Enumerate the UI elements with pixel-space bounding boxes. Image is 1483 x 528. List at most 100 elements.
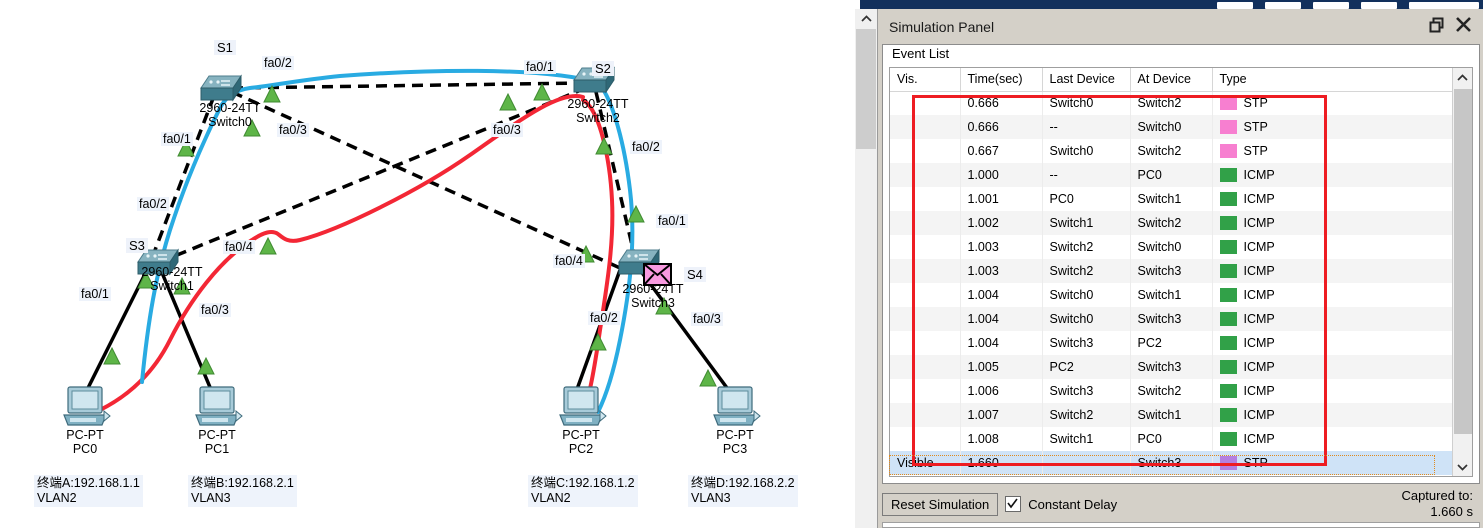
table-row[interactable]: 1.006 Switch3 Switch2 ICMP xyxy=(890,379,1452,403)
table-row[interactable]: 1.001 PC0 Switch1 ICMP xyxy=(890,187,1452,211)
host-note-pc2: 终端C:192.168.1.2 VLAN2 xyxy=(528,475,638,507)
table-row[interactable]: 0.667 Switch0 Switch2 STP xyxy=(890,139,1452,163)
switch-model-switch3: 2960-24TT xyxy=(622,282,684,296)
cell-vis xyxy=(890,379,961,403)
type-color-swatch xyxy=(1219,336,1237,350)
event-list-table-container[interactable]: Vis. Time(sec) Last Device At Device Typ… xyxy=(889,67,1473,477)
cell-at-device: Switch2 xyxy=(1130,379,1213,403)
table-row[interactable]: 0.666 -- Switch0 STP xyxy=(890,115,1452,139)
host-name-pc3: PC3 xyxy=(722,442,748,456)
cell-type: STP xyxy=(1212,115,1452,139)
type-color-swatch xyxy=(1219,240,1237,254)
host-note-pc1-ip: 终端B:192.168.2.1 xyxy=(191,476,294,490)
constant-delay-checkbox[interactable] xyxy=(1005,496,1022,512)
cell-at-device: Switch1 xyxy=(1130,187,1213,211)
cell-type: ICMP xyxy=(1212,379,1452,403)
event-list-table: Vis. Time(sec) Last Device At Device Typ… xyxy=(890,68,1452,475)
event-scroll-down-arrow-icon[interactable] xyxy=(1453,457,1472,476)
type-color-swatch xyxy=(1219,408,1237,422)
switch-model-switch2: 2960-24TT xyxy=(567,97,629,111)
host-icons xyxy=(63,386,761,426)
host-note-pc3-ip: 终端D:192.168.2.2 xyxy=(691,476,795,490)
restore-icon[interactable] xyxy=(1429,17,1445,38)
port-label-0: fa0/2 xyxy=(262,56,294,70)
type-color-swatch xyxy=(1219,120,1237,134)
table-row[interactable]: 1.000 -- PC0 ICMP xyxy=(890,163,1452,187)
port-label-8: fa0/4 xyxy=(223,240,255,254)
close-icon[interactable] xyxy=(1455,16,1472,38)
cell-type: STP xyxy=(1212,139,1452,163)
cell-last-device: -- xyxy=(1042,451,1131,475)
cell-last-device: -- xyxy=(1042,163,1131,187)
column-header-at-device[interactable]: At Device xyxy=(1130,68,1213,92)
cell-at-device: Switch3 xyxy=(1130,259,1213,283)
cell-time: 1.002 xyxy=(960,211,1043,235)
table-row[interactable]: 1.002 Switch1 Switch2 ICMP xyxy=(890,211,1452,235)
type-color-swatch xyxy=(1219,456,1237,470)
switch-name-switch1: Switch1 xyxy=(150,279,194,293)
cell-time: 1.003 xyxy=(960,235,1043,259)
table-row[interactable]: 1.004 Switch0 Switch3 ICMP xyxy=(890,307,1452,331)
host-note-pc0: 终端A:192.168.1.1 VLAN2 xyxy=(34,475,143,507)
network-topology-canvas[interactable]: S1 S2 S3 S4 2960-24TT Switch0 2960-24TT … xyxy=(0,0,852,528)
cell-type: STP xyxy=(1212,451,1452,475)
port-label-1: fa0/1 xyxy=(524,60,556,74)
table-row[interactable]: 1.004 Switch0 Switch1 ICMP xyxy=(890,283,1452,307)
event-scrollbar-thumb[interactable] xyxy=(1454,89,1472,434)
scroll-up-arrow-icon[interactable] xyxy=(855,9,877,29)
port-label-12: fa0/2 xyxy=(588,311,620,325)
type-label: ICMP xyxy=(1243,384,1275,398)
scrollbar-thumb[interactable] xyxy=(856,29,876,149)
cell-time: 0.666 xyxy=(960,91,1043,115)
cell-vis xyxy=(890,211,961,235)
cell-last-device: Switch3 xyxy=(1042,331,1131,355)
cell-type: ICMP xyxy=(1212,235,1452,259)
type-label: STP xyxy=(1243,456,1268,470)
port-label-9: fa0/4 xyxy=(553,254,585,268)
host-model-pc0: PC-PT xyxy=(66,428,104,442)
table-row[interactable]: 1.004 Switch3 PC2 ICMP xyxy=(890,331,1452,355)
column-header-type[interactable]: Type xyxy=(1212,68,1452,92)
cell-at-device: Switch0 xyxy=(1130,235,1213,259)
captured-to-label: Captured to: xyxy=(1401,488,1473,503)
table-row[interactable]: 1.007 Switch2 Switch1 ICMP xyxy=(890,403,1452,427)
cell-at-device: Switch1 xyxy=(1130,403,1213,427)
cell-type: ICMP xyxy=(1212,307,1452,331)
cell-at-device: Switch2 xyxy=(1130,91,1213,115)
table-row[interactable]: 0.666 Switch0 Switch2 STP xyxy=(890,91,1452,115)
column-header-vis[interactable]: Vis. xyxy=(890,68,961,92)
reset-simulation-button[interactable]: Reset Simulation xyxy=(882,492,999,516)
workspace-vertical-scrollbar[interactable] xyxy=(855,9,878,528)
event-scroll-up-arrow-icon[interactable] xyxy=(1453,68,1472,87)
captured-to-readout: Captured to: 1.660 s xyxy=(1401,488,1480,520)
type-label: ICMP xyxy=(1243,408,1275,422)
host-note-pc0-ip: 终端A:192.168.1.1 xyxy=(37,476,140,490)
host-name-pc1: PC1 xyxy=(204,442,230,456)
type-label: ICMP xyxy=(1243,360,1275,374)
event-list-scrollbar[interactable] xyxy=(1452,68,1472,476)
table-row[interactable]: 1.003 Switch2 Switch3 ICMP xyxy=(890,259,1452,283)
table-row[interactable]: 1.003 Switch2 Switch0 ICMP xyxy=(890,235,1452,259)
event-list-header-row: Vis. Time(sec) Last Device At Device Typ… xyxy=(890,68,1452,92)
column-header-last-device[interactable]: Last Device xyxy=(1042,68,1131,92)
type-color-swatch xyxy=(1219,168,1237,182)
host-name-pc2: PC2 xyxy=(568,442,594,456)
type-color-swatch xyxy=(1219,144,1237,158)
table-row[interactable]: 1.005 PC2 Switch3 ICMP xyxy=(890,355,1452,379)
simulation-panel-titlebar: Simulation Panel xyxy=(881,12,1481,42)
cell-type: ICMP xyxy=(1212,427,1452,451)
cell-time: 1.004 xyxy=(960,331,1043,355)
cell-last-device: Switch3 xyxy=(1042,379,1131,403)
cell-last-device: PC2 xyxy=(1042,355,1131,379)
link-direction-arrows xyxy=(103,82,717,387)
table-row[interactable]: 1.008 Switch1 PC0 ICMP xyxy=(890,427,1452,451)
top-chip-2 xyxy=(1265,2,1301,9)
cell-vis xyxy=(890,259,961,283)
type-color-swatch xyxy=(1219,432,1237,446)
cell-vis xyxy=(890,163,961,187)
column-header-time[interactable]: Time(sec) xyxy=(960,68,1043,92)
table-row[interactable]: Visible 1.660 -- Switch3 STP xyxy=(890,451,1452,475)
constant-delay-control[interactable]: Constant Delay xyxy=(1005,496,1117,512)
window-top-strip xyxy=(860,0,1483,9)
cell-time: 1.001 xyxy=(960,187,1043,211)
